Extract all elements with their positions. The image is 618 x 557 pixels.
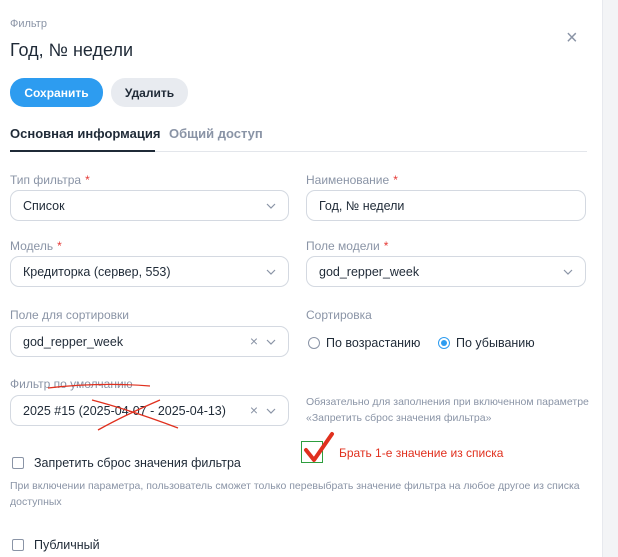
page-title: Год, № недели: [10, 40, 134, 60]
chevron-down-icon: [266, 203, 276, 209]
forbid-reset-checkbox-row[interactable]: Запретить сброс значения фильтра: [12, 454, 241, 472]
sort-option-asc-label: По возрастанию: [326, 336, 421, 350]
required-mark: *: [393, 173, 398, 187]
close-icon[interactable]: ×: [566, 28, 578, 48]
red-checkmark-icon: [304, 432, 334, 462]
required-mark: *: [57, 239, 62, 253]
model-select[interactable]: Кредиторка (сервер, 553): [10, 256, 289, 287]
public-checkbox-row[interactable]: Публичный: [12, 536, 100, 554]
chevron-down-icon: [563, 269, 573, 275]
default-filter-hint: Обязательно для заполнения при включенно…: [306, 396, 589, 424]
sort-option-desc[interactable]: По убыванию: [438, 334, 535, 352]
sort-field-select[interactable]: god_repper_week ×: [10, 326, 289, 357]
radio-button[interactable]: [308, 337, 320, 349]
model-label: Модель *: [10, 239, 62, 253]
save-button[interactable]: Сохранить: [10, 78, 103, 107]
filter-type-value: Список: [23, 198, 65, 213]
sort-label: Сортировка: [306, 308, 372, 322]
required-mark: *: [85, 173, 90, 187]
annotation-note: Брать 1-е значение из списка: [339, 446, 504, 460]
delete-button[interactable]: Удалить: [111, 78, 188, 107]
name-value: Год, № недели: [319, 198, 405, 213]
chevron-down-icon: [266, 339, 276, 345]
sort-field-label: Поле для сортировки: [10, 308, 129, 322]
radio-button-selected[interactable]: [438, 337, 450, 349]
clear-icon[interactable]: ×: [250, 333, 258, 349]
model-field-select[interactable]: god_repper_week: [306, 256, 586, 287]
filter-type-select[interactable]: Список: [10, 190, 289, 221]
name-label: Наименование *: [306, 173, 398, 187]
tab-main-info[interactable]: Основная информация: [10, 126, 160, 141]
required-mark: *: [383, 239, 389, 253]
model-value: Кредиторка (сервер, 553): [23, 264, 171, 279]
header-caption: Фильтр: [10, 18, 47, 30]
model-field-label: Поле модели *: [306, 239, 388, 253]
red-strike-annotation: [47, 383, 179, 431]
name-label-text: Наименование: [306, 173, 390, 187]
sort-field-value: god_repper_week: [23, 334, 124, 349]
forbid-reset-hint: При включении параметра, пользователь см…: [10, 480, 580, 508]
right-edge-panel: [602, 0, 618, 557]
active-tab-indicator: [10, 150, 155, 152]
forbid-reset-label: Запретить сброс значения фильтра: [34, 456, 241, 470]
filter-type-label-text: Тип фильтра: [10, 173, 82, 187]
filter-type-label: Тип фильтра *: [10, 173, 90, 187]
chevron-down-icon: [266, 269, 276, 275]
public-label: Публичный: [34, 538, 100, 552]
name-input[interactable]: Год, № недели: [306, 190, 586, 221]
model-label-text: Модель: [10, 239, 54, 253]
sort-option-asc[interactable]: По возрастанию: [308, 334, 420, 352]
model-field-label-text: Поле модели: [306, 239, 380, 253]
sort-option-desc-label: По убыванию: [456, 336, 535, 350]
checkbox[interactable]: [12, 539, 24, 551]
tab-sharing[interactable]: Общий доступ: [169, 126, 263, 141]
checkbox[interactable]: [12, 457, 24, 469]
model-field-value: god_repper_week: [319, 264, 420, 279]
